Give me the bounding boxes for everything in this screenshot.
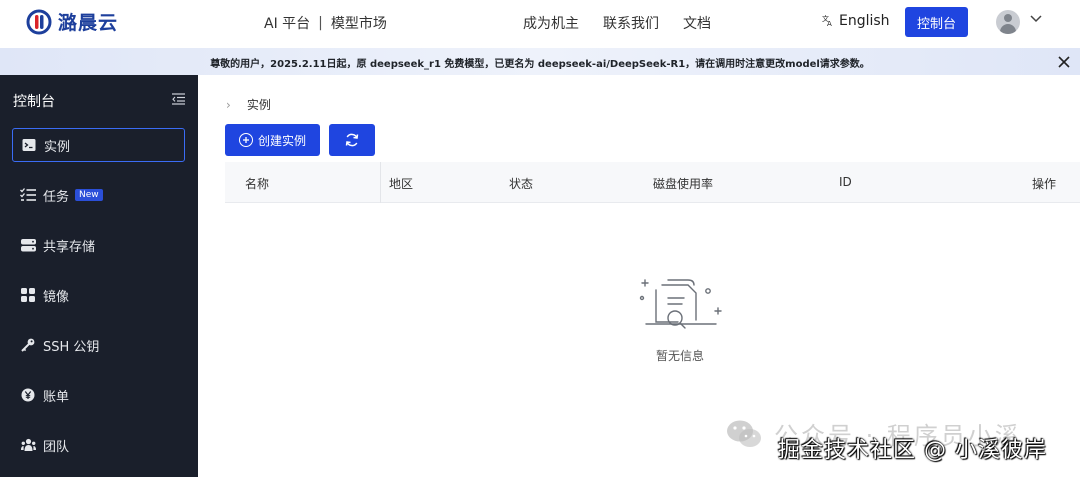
column-divider (380, 162, 381, 203)
chevron-right-icon: › (226, 97, 231, 112)
svg-text:A: A (827, 20, 832, 26)
avatar-body (1000, 24, 1016, 34)
empty-state-icon (639, 279, 722, 329)
user-avatar[interactable] (996, 10, 1020, 34)
language-switch[interactable]: 文 A English (822, 13, 890, 29)
notice-banner: 尊敬的用户，2025.2.11日起，原 deepseek_r1 免费模型，已更名… (0, 48, 1080, 75)
create-instance-button[interactable]: 创建实例 (225, 124, 320, 156)
image-grid-icon (20, 287, 36, 303)
wechat-icon (726, 419, 762, 449)
nav-become-host[interactable]: 成为机主 (523, 13, 579, 33)
translate-icon: 文 A (822, 14, 834, 29)
column-header-disk-usage[interactable]: 磁盘使用率 (653, 175, 713, 192)
nav-contact-us[interactable]: 联系我们 (603, 13, 659, 33)
nav-separator: | (318, 15, 323, 31)
empty-state-text: 暂无信息 (655, 349, 704, 363)
yen-icon (20, 387, 36, 403)
sidebar-item-tasks[interactable]: 任务 New (12, 178, 185, 212)
sidebar-item-billing[interactable]: 账单 (12, 378, 185, 412)
sidebar-item-label: 团队 (43, 439, 70, 455)
column-header-region[interactable]: 地区 (389, 175, 413, 192)
notice-text: 尊敬的用户，2025.2.11日起，原 deepseek_r1 免费模型，已更名… (210, 59, 870, 70)
watermark-line-2: 掘金技术社区 @ 小溪彼岸 (778, 438, 1047, 463)
refresh-button[interactable] (329, 124, 375, 156)
sidebar-item-label: 实例 (44, 139, 71, 155)
sidebar-item-label: 任务 (43, 189, 70, 205)
breadcrumb: › 实例 (226, 96, 271, 113)
team-icon (20, 437, 36, 453)
language-label: English (839, 13, 890, 29)
column-header-actions: 操作 (1032, 177, 1057, 191)
sidebar-item-shared-storage[interactable]: 共享存储 (12, 228, 185, 262)
platform-nav: AI 平台 | 模型市场 (264, 13, 387, 33)
refresh-icon (345, 133, 359, 147)
breadcrumb-current[interactable]: 实例 (247, 96, 271, 113)
close-icon[interactable] (1057, 55, 1071, 69)
plus-circle-icon (238, 133, 253, 147)
sidebar-title: 控制台 (13, 94, 55, 110)
collapse-menu-icon[interactable] (172, 93, 185, 105)
column-header-name[interactable]: 名称 (245, 175, 269, 192)
brand-name: 潞晨云 (58, 12, 119, 34)
avatar-head (1004, 14, 1012, 22)
nav-model-market[interactable]: 模型市场 (331, 13, 387, 33)
nav-ai-platform[interactable]: AI 平台 (264, 13, 310, 33)
new-badge: New (75, 189, 103, 201)
sidebar: 控制台 实例 任务 New 共享存储 镜像 SSH 公钥 账单 团队 (0, 75, 198, 477)
sidebar-item-label: 镜像 (43, 289, 70, 305)
console-button[interactable]: 控制台 (905, 7, 968, 37)
brand-logo-icon (26, 9, 52, 35)
instance-table-header: 名称 地区 状态 磁盘使用率 ID 操作 (225, 162, 1080, 203)
sidebar-item-team[interactable]: 团队 (12, 428, 185, 462)
storage-icon (20, 237, 36, 253)
chevron-down-icon[interactable] (1029, 12, 1043, 26)
task-list-icon (20, 187, 36, 203)
sidebar-item-instances[interactable]: 实例 (12, 128, 185, 162)
sidebar-item-images[interactable]: 镜像 (12, 278, 185, 312)
top-header: 潞晨云 AI 平台 | 模型市场 成为机主 联系我们 文档 文 A Englis… (0, 0, 1080, 44)
nav-docs[interactable]: 文档 (683, 13, 711, 33)
sidebar-item-label: 共享存储 (43, 239, 96, 255)
brand-logo[interactable]: 潞晨云 (26, 8, 118, 35)
column-header-status[interactable]: 状态 (509, 175, 533, 192)
create-instance-label: 创建实例 (257, 133, 306, 148)
terminal-icon (21, 137, 37, 153)
sidebar-item-label: 账单 (43, 389, 70, 405)
column-header-id[interactable]: ID (839, 175, 852, 189)
